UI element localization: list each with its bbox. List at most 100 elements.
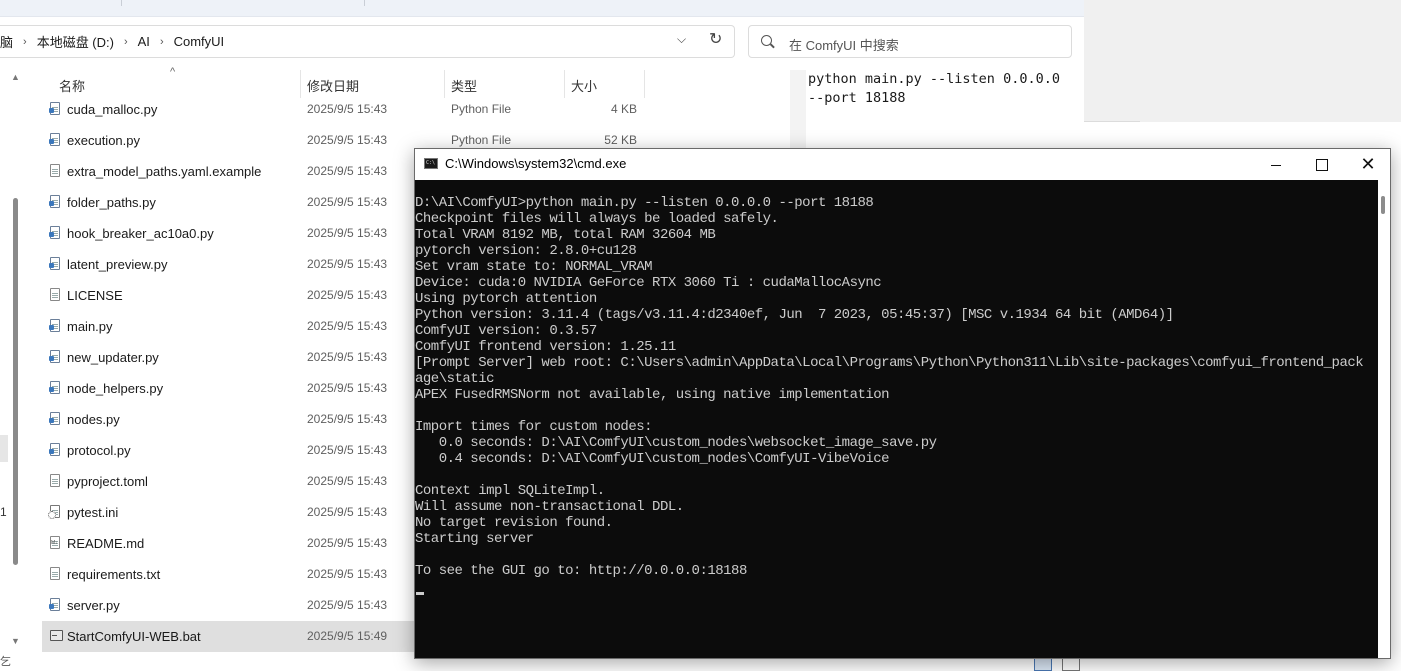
python-file-icon [49,598,60,611]
search-placeholder: 在 ComfyUI 中搜索 [789,38,899,53]
console-line: Checkpoint files will always be loaded s… [415,211,779,227]
file-name: hook_breaker_ac10a0.py [67,226,214,241]
file-name: StartComfyUI-WEB.bat [67,629,201,644]
preview-pane: python main.py --listen 0.0.0.0 --port 1… [808,70,1070,150]
python-file-icon [49,102,60,115]
file-icon [50,567,60,580]
cmd-window[interactable]: C:\Windows\system32\cmd.exe ✕ D:\AI\Comf… [414,148,1391,659]
file-size: 52 KB [604,133,637,147]
cmd-scrollbar[interactable] [1378,180,1390,658]
chevron-right-icon[interactable]: › [23,36,27,48]
chevron-down-icon[interactable]: ⌵ [677,32,686,47]
console-line: Context impl SQLiteImpl. [415,483,605,499]
scroll-up-icon[interactable]: ▲ [11,72,20,82]
python-file-icon [49,226,60,239]
scrollbar-thumb[interactable] [13,198,18,565]
column-header-size[interactable]: 大小 [571,76,597,95]
close-button[interactable]: ✕ [1345,149,1391,180]
file-name: pytest.ini [67,505,119,520]
console-output[interactable]: D:\AI\ComfyUI>python main.py --listen 0.… [415,195,1375,579]
file-name: LICENSE [67,288,123,303]
chevron-right-icon[interactable]: › [160,36,164,48]
chevron-right-icon[interactable]: › [124,36,128,48]
tab-divider [364,0,365,6]
tab-strip [0,0,1084,17]
minimize-button[interactable] [1253,149,1299,180]
console-line: Will assume non-transactional DDL. [415,499,684,515]
file-date: 2025/9/5 15:43 [307,474,388,488]
file-name: new_updater.py [67,350,159,365]
file-name: protocol.py [67,443,131,458]
breadcrumb-item-drive[interactable]: 本地磁盘 (D:) [37,32,114,51]
settings-file-icon [48,505,60,519]
console-app-icon [424,158,438,169]
address-bar[interactable]: 脑 › 本地磁盘 (D:) › AI › ComfyUI ⌵ ↻ [0,25,735,58]
cmd-title-bar[interactable]: C:\Windows\system32\cmd.exe ✕ [415,149,1390,180]
nav-pane-edge [0,435,8,462]
console-line: Device: cuda:0 NVIDIA GeForce RTX 3060 T… [415,275,882,291]
python-file-icon [49,133,60,146]
console-line: [Prompt Server] web root: C:\Users\admin… [415,355,1364,371]
file-row[interactable]: cuda_malloc.py 2025/9/5 15:43 Python File 4… [42,94,652,125]
file-date: 2025/9/5 15:43 [307,319,388,333]
column-header-date[interactable]: 修改日期 [307,76,359,95]
console-line: Total VRAM 8192 MB, total RAM 32604 MB [415,227,716,243]
python-file-icon [49,257,60,270]
file-date: 2025/9/5 15:43 [307,598,388,612]
file-date: 2025/9/5 15:43 [307,133,388,147]
console-line: D:\AI\ComfyUI>python main.py --listen 0.… [415,195,874,211]
file-icon [50,164,60,177]
file-date: 2025/9/5 15:43 [307,567,388,581]
nav-pane-edge-text: 1 [0,505,7,519]
column-header-name[interactable]: 名称 [59,76,85,95]
column-header-type[interactable]: 类型 [451,76,477,95]
console-line: Set vram state to: NORMAL_VRAM [415,259,653,275]
file-date: 2025/9/5 15:43 [307,102,388,116]
console-line: Using pytorch attention [415,291,597,307]
sort-ascending-icon: ^ [170,66,176,78]
file-date: 2025/9/5 15:43 [307,412,388,426]
breadcrumb-item-ai[interactable]: AI [138,34,150,49]
python-file-icon [49,195,60,208]
breadcrumb-item-comfyui[interactable]: ComfyUI [174,34,225,49]
cmd-window-title: C:\Windows\system32\cmd.exe [445,156,627,171]
file-name: requirements.txt [67,567,161,582]
console-line: 0.4 seconds: D:\AI\ComfyUI\custom_nodes\… [415,451,890,467]
scroll-down-icon[interactable]: ▼ [11,636,20,646]
console-line: ComfyUI version: 0.3.57 [415,323,597,339]
python-file-icon [49,381,60,394]
file-name: server.py [67,598,120,613]
python-file-icon [49,412,60,425]
file-date: 2025/9/5 15:43 [307,505,388,519]
file-list-scrollbar[interactable]: ▲ ▼ [11,70,21,650]
maximize-button[interactable] [1299,149,1345,180]
refresh-icon[interactable]: ↻ [709,29,722,49]
console-line: age\static [415,371,495,387]
file-date: 2025/9/5 15:43 [307,350,388,364]
file-size: 4 KB [610,102,637,116]
breadcrumb: 脑 › 本地磁盘 (D:) › AI › ComfyUI [0,26,224,57]
batch-file-icon [50,630,63,641]
file-name: README.md [67,536,145,551]
console-line: APEX FusedRMSNorm not available, using n… [415,387,890,403]
text-cursor [416,592,424,595]
file-name: pyproject.toml [67,474,148,489]
file-date: 2025/9/5 15:43 [307,288,388,302]
minimize-icon [1271,164,1281,166]
python-file-icon [49,443,60,456]
file-date: 2025/9/5 15:43 [307,226,388,240]
file-date: 2025/9/5 15:43 [307,443,388,457]
search-input[interactable]: 在 ComfyUI 中搜索 [748,25,1072,58]
console-line: Import times for custom nodes: [415,419,653,435]
console-line: 0.0 seconds: D:\AI\ComfyUI\custom_nodes\… [415,435,937,451]
file-name: folder_paths.py [67,195,156,210]
file-type: Python File [451,133,512,147]
preview-scrollbar[interactable] [790,70,806,150]
maximize-icon [1316,159,1328,172]
breadcrumb-item-pc[interactable]: 脑 [0,32,13,51]
scrollbar-thumb[interactable] [1381,196,1385,214]
console-line: No target revision found. [415,515,613,531]
